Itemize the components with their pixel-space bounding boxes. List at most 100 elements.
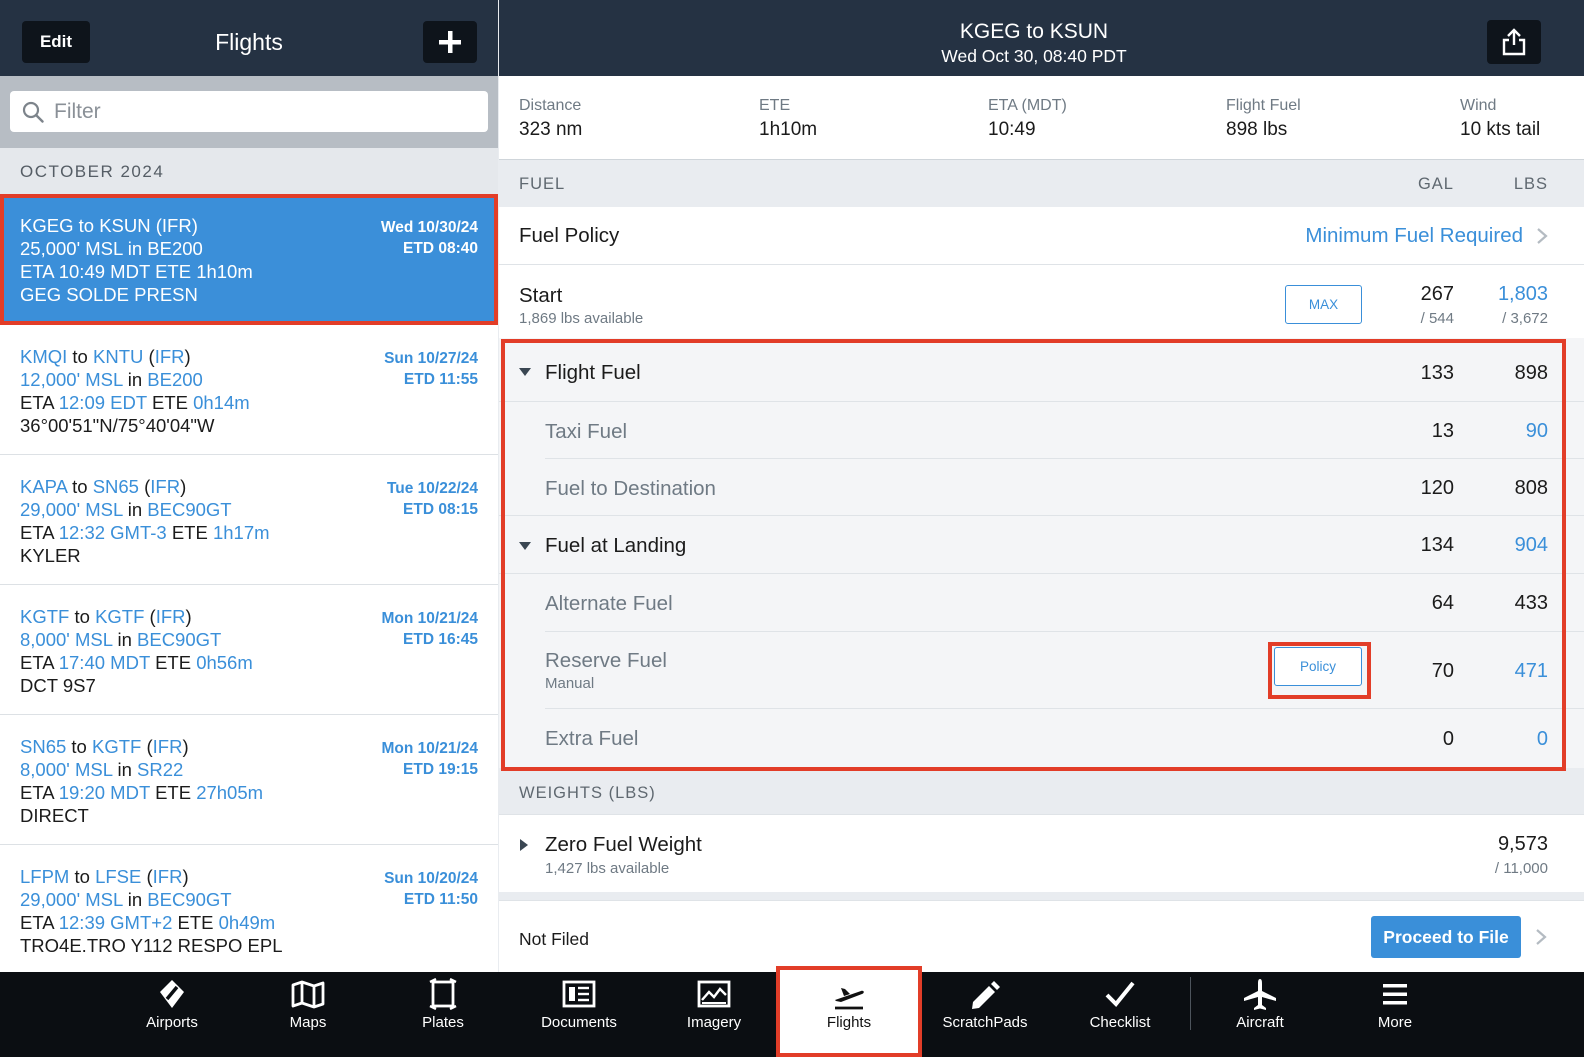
aircraft-id: BE200 (147, 369, 203, 390)
flight-route-line: KAPA to SN65 (IFR) (20, 476, 187, 497)
flight-eta: 17:40 MDT (58, 652, 150, 673)
flight-list: KGEG to KSUN (IFR) 25,000' MSL in BE200 … (0, 194, 498, 972)
flight-list-item[interactable]: KAPA to SN65 (IFR) 29,000' MSL in BEC90G… (0, 455, 498, 585)
filter-box (10, 91, 488, 132)
zero-fuel-weight-row[interactable]: Zero Fuel Weight 1,427 lbs available 9,5… (499, 814, 1584, 892)
start-lbs-value[interactable]: 1,803 (1498, 283, 1548, 306)
add-flight-button[interactable] (423, 21, 477, 63)
flight-altitude-line: 25,000' MSL in BE200 (20, 238, 203, 259)
tab-separator (1190, 977, 1191, 1030)
aircraft-id: BEC90GT (137, 629, 222, 650)
fuel-section-header: FUEL GAL LBS (499, 160, 1584, 206)
destination-airport: KNTU (93, 346, 144, 367)
flight-ete: 0h56m (196, 652, 253, 673)
fuel-at-landing-row[interactable]: Fuel at Landing 134 904 (499, 516, 1584, 573)
reserve-fuel-row: Reserve Fuel Manual Policy 70 471 (545, 647, 1548, 692)
flight-route-line: KGTF to KGTF (IFR) (20, 606, 192, 627)
alternate-fuel-row: Alternate Fuel 64 433 (545, 592, 1548, 615)
aircraft-id: BEC90GT (147, 889, 232, 910)
reserve-fuel-lbs[interactable]: 471 (1515, 660, 1548, 683)
collapse-triangle-icon (519, 542, 531, 550)
cruise-altitude: 29,000' MSL (20, 889, 123, 910)
flight-route-string: 36°00'51"N/75°40'04"W (20, 415, 215, 436)
cruise-altitude: 12,000' MSL (20, 369, 123, 390)
bottom-tab-bar: Airports Maps Plates Documents Imagery F… (0, 966, 1584, 1057)
flight-date: Mon 10/21/24 (381, 740, 479, 757)
tab-airports[interactable]: Airports (104, 972, 240, 1057)
summary-flight-fuel: Flight Fuel 898 lbs (1226, 97, 1301, 140)
fuel-policy-row[interactable]: Fuel Policy Minimum Fuel Required (499, 207, 1584, 264)
flight-etd: ETD 11:50 (403, 891, 478, 908)
flight-times-line: ETA 12:32 GMT-3 ETE 1h17m (20, 522, 270, 543)
departure-airport: SN65 (20, 736, 67, 757)
aircraft-icon (1244, 979, 1276, 1010)
fuel-to-destination-row: Fuel to Destination 120 808 (545, 477, 1548, 500)
reserve-policy-button[interactable]: Policy (1274, 647, 1362, 686)
flight-altitude-line: 12,000' MSL in BE200 (20, 369, 203, 390)
tab-aircraft[interactable]: Aircraft (1192, 972, 1328, 1057)
flight-altitude-line: 29,000' MSL in BEC90GT (20, 889, 232, 910)
summary-distance: Distance 323 nm (519, 97, 583, 140)
flights-header: Edit Flights (0, 0, 498, 76)
filing-status: Not Filed (519, 929, 590, 949)
extra-fuel-row: Extra Fuel 0 0 (545, 727, 1548, 751)
share-button[interactable] (1487, 20, 1541, 64)
weights-section-header: WEIGHTS (LBS) (519, 784, 656, 802)
filter-input[interactable] (54, 91, 474, 132)
destination-airport: KGTF (92, 736, 142, 757)
flight-fuel-row[interactable]: Flight Fuel 133 898 (499, 338, 1584, 402)
aircraft-id: SR22 (137, 759, 184, 780)
proceed-to-file-button[interactable]: Proceed to File (1371, 916, 1521, 958)
flight-date: Sun 10/20/24 (384, 870, 478, 887)
fuel-breakdown: Flight Fuel 133 898 Taxi Fuel 13 90 Fuel… (499, 338, 1584, 768)
scratchpads-icon (972, 981, 1000, 1009)
flight-times-line: ETA 12:09 EDT ETE 0h14m (20, 392, 250, 413)
chevron-right-icon (1537, 228, 1548, 244)
departure-airport: LFPM (20, 866, 70, 887)
landing-fuel-lbs[interactable]: 904 (1515, 534, 1548, 557)
tab-more[interactable]: More (1327, 972, 1463, 1057)
flight-ete: 1h17m (212, 522, 270, 543)
flight-eta: 12:39 GMT+2 (58, 912, 173, 933)
taxi-fuel-lbs[interactable]: 90 (1526, 420, 1548, 443)
flight-rules: IFR (154, 346, 185, 367)
flight-rules: IFR (152, 736, 183, 757)
flight-detail-header: KGEG to KSUN Wed Oct 30, 08:40 PDT (499, 0, 1584, 76)
destination-airport: KSUN (99, 215, 151, 236)
flight-etd: ETD 19:15 (403, 761, 478, 778)
tab-flights[interactable]: Flights (776, 966, 922, 1057)
extra-fuel-lbs[interactable]: 0 (1537, 728, 1548, 751)
tab-scratchpads[interactable]: ScratchPads (917, 972, 1053, 1057)
flight-list-item[interactable]: KMQI to KNTU (IFR) 12,000' MSL in BE200 … (0, 325, 498, 455)
departure-airport: KGTF (20, 606, 70, 627)
flight-date: Tue 10/22/24 (386, 480, 478, 497)
max-fuel-button[interactable]: MAX (1285, 285, 1362, 324)
tab-maps[interactable]: Maps (240, 972, 376, 1057)
destination-airport: SN65 (92, 476, 139, 497)
taxi-fuel-row: Taxi Fuel 13 90 (545, 420, 1548, 443)
flight-list-item[interactable]: KGEG to KSUN (IFR) 25,000' MSL in BE200 … (0, 194, 498, 325)
flight-list-item[interactable]: SN65 to KGTF (IFR) 8,000' MSL in SR22 ET… (0, 715, 498, 845)
flight-route-line: SN65 to KGTF (IFR) (20, 736, 189, 757)
lbs-column-header: LBS (1513, 175, 1548, 193)
flight-route-string: DIRECT (20, 805, 89, 826)
tab-imagery[interactable]: Imagery (646, 972, 782, 1057)
destination-airport: KGTF (95, 606, 145, 627)
flight-rules: IFR (150, 476, 181, 497)
flight-times-line: ETA 12:39 GMT+2 ETE 0h49m (20, 912, 276, 933)
tab-checklist[interactable]: Checklist (1052, 972, 1188, 1057)
flights-panel: Edit Flights OCTOBER 2024 KGEG to KSUN (… (0, 0, 498, 972)
flight-list-item[interactable]: LFPM to LFSE (IFR) 29,000' MSL in BEC90G… (0, 845, 498, 972)
flight-list-item[interactable]: KGTF to KGTF (IFR) 8,000' MSL in BEC90GT… (0, 585, 498, 715)
flight-route-string: DCT 9S7 (20, 675, 96, 696)
documents-icon (562, 980, 596, 1008)
tab-documents[interactable]: Documents (511, 972, 647, 1057)
flight-route-string: KYLER (20, 545, 81, 566)
chevron-right-icon (1536, 929, 1547, 945)
flight-route-line: KGEG to KSUN (IFR) (20, 215, 198, 236)
flight-altitude-line: 8,000' MSL in BEC90GT (20, 629, 222, 650)
tab-plates[interactable]: Plates (375, 972, 511, 1057)
flight-route-line: LFPM to LFSE (IFR) (20, 866, 189, 887)
start-gal-value[interactable]: 267 (1421, 283, 1454, 306)
departure-airport: KAPA (20, 476, 67, 497)
